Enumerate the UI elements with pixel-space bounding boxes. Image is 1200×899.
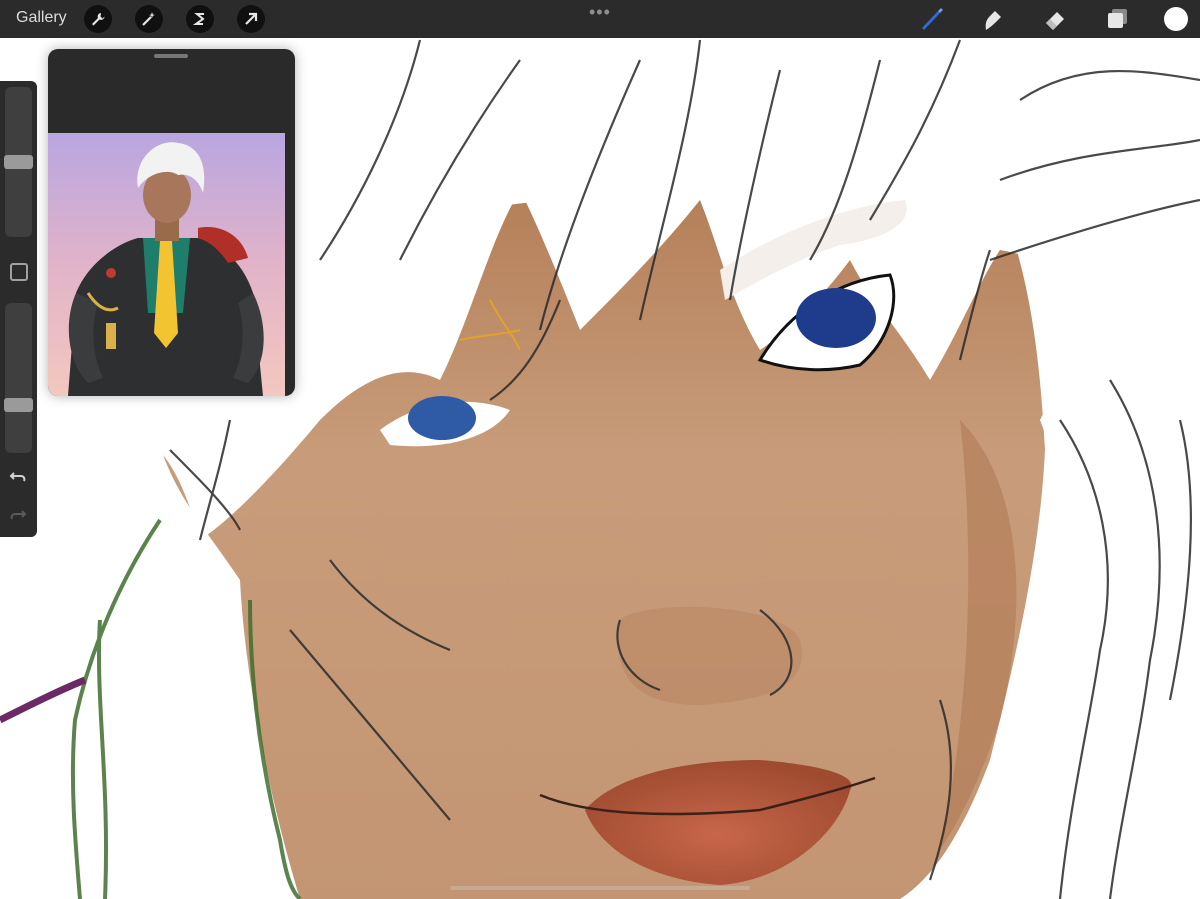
opacity-slider[interactable]: [4, 303, 33, 453]
modify-button[interactable]: [10, 263, 28, 281]
actions-button[interactable]: [84, 5, 112, 33]
brush-size-slider[interactable]: [4, 87, 33, 237]
hair-right: [1020, 330, 1200, 899]
smudge-tool[interactable]: [980, 6, 1006, 32]
gallery-button[interactable]: Gallery: [16, 9, 67, 27]
color-picker-button[interactable]: [1164, 7, 1188, 31]
selection-button[interactable]: [186, 5, 214, 33]
brush-tool[interactable]: [918, 6, 944, 32]
brush-size-thumb[interactable]: [4, 155, 33, 169]
transform-arrow-icon: [245, 12, 258, 25]
magic-wand-icon: [142, 12, 155, 26]
iris-left: [408, 396, 476, 440]
reference-panel[interactable]: [48, 49, 295, 396]
redo-icon[interactable]: [8, 505, 28, 525]
layers-icon: [1108, 9, 1127, 28]
purple-stroke: [0, 676, 87, 724]
more-options-button[interactable]: •••: [589, 2, 611, 23]
layers-tool[interactable]: [1104, 6, 1130, 32]
left-sidebar: [0, 81, 37, 537]
undo-icon[interactable]: [8, 467, 28, 487]
adjustments-button[interactable]: [135, 5, 163, 33]
home-indicator: [450, 886, 750, 890]
transform-button[interactable]: [237, 5, 265, 33]
reference-illustration: [48, 133, 285, 396]
wrench-icon: [92, 13, 105, 26]
reference-drag-handle[interactable]: [154, 54, 188, 58]
opacity-thumb[interactable]: [4, 398, 33, 412]
smudge-icon: [985, 11, 1001, 30]
reference-image[interactable]: [48, 133, 285, 396]
iris-right: [796, 288, 876, 348]
eraser-icon: [1046, 12, 1064, 30]
eraser-tool[interactable]: [1042, 6, 1068, 32]
selection-icon: [192, 13, 205, 25]
brush-icon: [922, 8, 943, 30]
top-toolbar: Gallery •••: [0, 0, 1200, 38]
